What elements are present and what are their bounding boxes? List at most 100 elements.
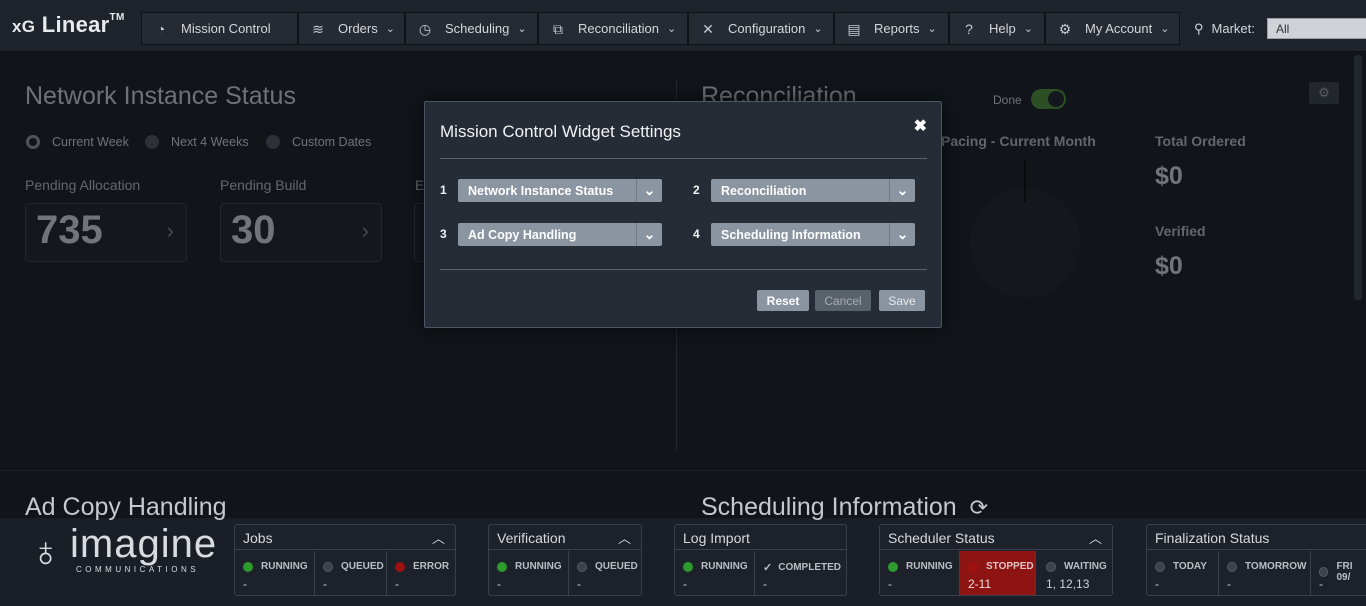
logo-word: imagine: [70, 522, 218, 566]
status-led-icon: [395, 561, 405, 572]
chevron-down-icon: ⌄: [889, 179, 915, 202]
scheduler-status-card: Scheduler Status ︿ RUNNING - STOPPED 2-1…: [879, 524, 1113, 596]
chevron-down-icon: ⌄: [927, 23, 937, 35]
nav-orders[interactable]: ≋ Orders ⌄: [298, 12, 405, 45]
nav-label: Mission Control: [181, 21, 271, 36]
modal-divider-top: [440, 158, 927, 159]
cell-value: -: [1155, 577, 1159, 591]
finalization-fri-cell[interactable]: FRI 09/ -: [1311, 551, 1366, 595]
verification-running-cell[interactable]: RUNNING -: [489, 551, 569, 595]
slot-number-3: 3: [440, 227, 447, 241]
scheduler-stopped-cell[interactable]: STOPPED 2-11: [960, 551, 1036, 595]
gear-icon: ⚙: [1058, 20, 1072, 37]
nav-label: Reconciliation: [578, 21, 659, 36]
chevron-up-icon[interactable]: ︿: [618, 528, 631, 547]
chevron-up-icon[interactable]: ︿: [1089, 528, 1102, 547]
cell-label: FRI 09/: [1336, 561, 1353, 583]
status-led-icon: [497, 561, 507, 572]
status-led-icon: [243, 561, 253, 572]
status-led-icon: [1319, 567, 1329, 577]
refresh-icon[interactable]: ⟳: [970, 495, 988, 520]
reconcile-icon: ⧉: [553, 20, 563, 37]
clock-icon: ◷: [418, 20, 432, 37]
dashboard-icon: ◔: [156, 20, 166, 37]
jobs-queued-cell[interactable]: QUEUED -: [315, 551, 387, 595]
slot-3-select[interactable]: Ad Copy Handling ⌄: [458, 223, 662, 246]
chevron-down-icon: ⌄: [889, 223, 915, 246]
slot-1-select[interactable]: Network Instance Status ⌄: [458, 179, 662, 202]
map-pin-icon: ⚲: [1194, 20, 1204, 36]
cell-label: COMPLETED: [778, 562, 841, 573]
tools-icon: ✕: [702, 20, 714, 37]
jobs-error-cell[interactable]: ERROR -: [387, 551, 455, 595]
verification-queued-cell[interactable]: QUEUED -: [569, 551, 641, 595]
nav-label: My Account: [1085, 21, 1153, 36]
card-title: Verification: [497, 530, 566, 546]
cell-label: TODAY: [1173, 561, 1207, 572]
nav-label: Configuration: [728, 21, 806, 36]
market-input[interactable]: All: [1267, 18, 1366, 39]
nav-reports[interactable]: ▤ Reports ⌄: [834, 12, 949, 45]
cell-value: -: [497, 577, 501, 591]
close-icon[interactable]: ✖: [914, 116, 927, 136]
slot-4-select[interactable]: Scheduling Information ⌄: [711, 223, 915, 246]
cell-value: -: [763, 577, 767, 591]
card-title: Scheduler Status: [888, 530, 995, 546]
log-import-header: Log Import: [675, 525, 846, 550]
save-button[interactable]: Save: [879, 290, 925, 311]
nav-label: Help: [989, 21, 1016, 36]
status-led-icon: [1155, 561, 1165, 572]
cell-value: -: [577, 577, 581, 591]
cell-value: -: [323, 577, 327, 591]
finalization-today-cell[interactable]: TODAY -: [1147, 551, 1219, 595]
cell-value: -: [683, 577, 687, 591]
status-led-icon: [577, 561, 587, 572]
scheduler-running-cell[interactable]: RUNNING -: [880, 551, 960, 595]
cell-label: QUEUED: [341, 561, 384, 572]
select-value: Ad Copy Handling: [468, 227, 577, 242]
nav-scheduling[interactable]: ◷ Scheduling ⌄: [405, 12, 538, 45]
verification-status-card: Verification ︿ RUNNING - QUEUED -: [488, 524, 642, 596]
chevron-down-icon: ⌄: [636, 223, 662, 246]
status-led-icon: [968, 561, 978, 572]
status-led-icon: [683, 561, 693, 572]
status-led-icon: [323, 561, 333, 572]
reset-button[interactable]: Reset: [757, 290, 809, 311]
finalization-header: Finalization Status: [1147, 525, 1366, 550]
modal-divider-bottom: [440, 269, 927, 270]
chevron-down-icon: ⌄: [636, 179, 662, 202]
log-import-completed-cell[interactable]: ✓ COMPLETED -: [755, 551, 846, 595]
cell-label: RUNNING: [701, 561, 748, 572]
cancel-button[interactable]: Cancel: [815, 290, 871, 311]
cell-value: -: [395, 577, 399, 591]
nav-reconciliation[interactable]: ⧉ Reconciliation ⌄: [538, 12, 688, 45]
nav-label: Scheduling: [445, 21, 510, 36]
scheduler-header: Scheduler Status: [880, 525, 1112, 550]
card-title: Log Import: [683, 530, 750, 546]
jobs-running-cell[interactable]: RUNNING -: [235, 551, 315, 595]
cell-label: TOMORROW: [1245, 561, 1307, 572]
question-icon: ?: [965, 20, 973, 37]
app-logo[interactable]: xG LinearTM: [12, 12, 125, 38]
select-value: Reconciliation: [721, 183, 807, 198]
card-title: Finalization Status: [1155, 530, 1270, 546]
market-label: Market:: [1211, 21, 1255, 36]
cell-label: RUNNING: [261, 561, 308, 572]
nav-my-account[interactable]: ⚙ My Account ⌄: [1045, 12, 1180, 45]
slot-2-select[interactable]: Reconciliation ⌄: [711, 179, 915, 202]
finalization-tomorrow-cell[interactable]: TOMORROW -: [1219, 551, 1311, 595]
cell-label: QUEUED: [595, 561, 638, 572]
status-led-icon: [1227, 561, 1237, 572]
cell-label: WAITING: [1064, 561, 1107, 572]
nav-configuration[interactable]: ✕ Configuration ⌄: [688, 12, 834, 45]
status-led-icon: [888, 561, 898, 572]
chevron-up-icon[interactable]: ︿: [432, 528, 445, 547]
slot-number-2: 2: [693, 183, 700, 197]
nav-mission-control[interactable]: ◔ Mission Control: [141, 12, 298, 45]
cell-value: 2-11: [968, 577, 992, 591]
cell-value: -: [243, 577, 247, 591]
log-import-running-cell[interactable]: RUNNING -: [675, 551, 755, 595]
cell-value: 1, 12,13: [1046, 577, 1090, 591]
scheduler-waiting-cell[interactable]: WAITING 1, 12,13: [1038, 551, 1112, 595]
nav-help[interactable]: ? Help ⌄: [949, 12, 1045, 45]
